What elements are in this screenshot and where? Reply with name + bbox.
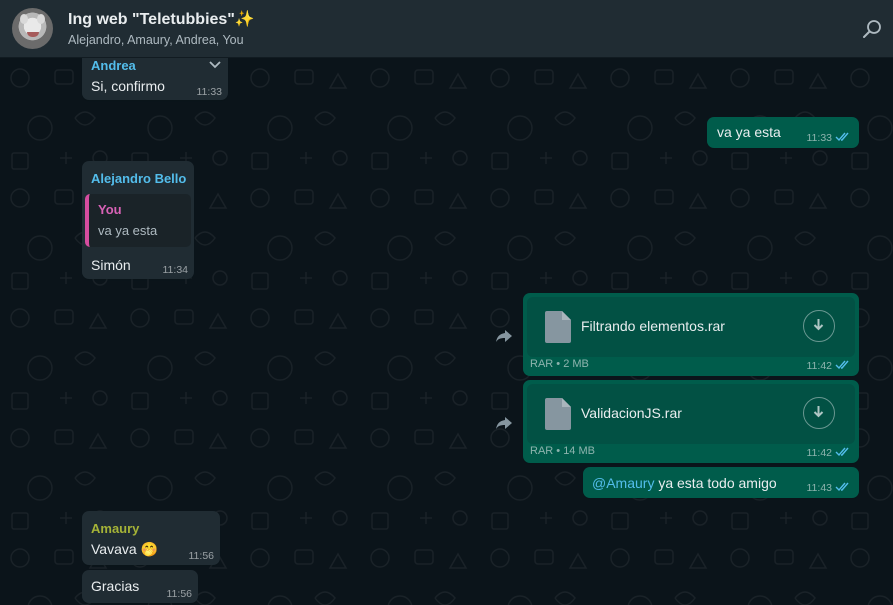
forward-icon[interactable] — [495, 329, 513, 343]
quoted-message[interactable]: You va ya esta — [85, 194, 191, 247]
document-icon — [545, 311, 571, 343]
sender-name: Alejandro Bello — [91, 171, 187, 186]
download-icon[interactable] — [803, 310, 835, 342]
message-outgoing[interactable]: va ya esta 11:33 — [707, 117, 859, 148]
file-message[interactable]: ValidacionJS.rar RAR • 14 MB 11:42 — [523, 380, 859, 463]
message-incoming[interactable]: Gracias 11:56 — [82, 570, 198, 603]
quoted-text: va ya esta — [98, 223, 158, 238]
message-incoming[interactable]: Amaury Vavava 🤭 11:56 — [82, 511, 220, 565]
read-ticks-icon — [835, 482, 849, 492]
file-meta: RAR • 14 MB — [530, 445, 595, 457]
message-time: 11:33 — [196, 86, 223, 98]
file-name: Filtrando elementos.rar — [581, 318, 725, 334]
message-time: 11:42 — [806, 360, 833, 372]
avatar-mouth — [27, 32, 39, 37]
chat-participants: Alejandro, Amaury, Andrea, You — [68, 33, 244, 47]
message-time: 11:33 — [806, 132, 833, 144]
sender-name: Andrea — [91, 58, 136, 73]
message-text: Simón — [91, 257, 131, 273]
sender-name: Amaury — [91, 521, 140, 536]
file-meta: RAR • 2 MB — [530, 358, 589, 370]
message-text-line: @Amaury ya esta todo amigo — [592, 475, 777, 491]
read-ticks-icon — [835, 447, 849, 457]
message-text: Gracias — [91, 578, 140, 594]
read-ticks-icon — [835, 132, 849, 142]
message-text: Si, confirmo — [91, 78, 165, 94]
file-attachment[interactable]: Filtrando elementos.rar — [527, 297, 855, 357]
message-text: va ya esta — [717, 124, 781, 140]
message-time: 11:56 — [166, 588, 193, 600]
message-time: 11:43 — [806, 482, 833, 494]
file-attachment[interactable]: ValidacionJS.rar — [527, 384, 855, 444]
message-time: 11:42 — [806, 447, 833, 459]
group-avatar[interactable] — [12, 8, 53, 49]
mention-link[interactable]: @Amaury — [592, 475, 654, 491]
read-ticks-icon — [835, 360, 849, 370]
message-text: ya esta todo amigo — [654, 475, 777, 491]
message-list[interactable]: Andrea Si, confirmo 11:33 va ya esta 11:… — [0, 58, 893, 605]
message-time: 11:34 — [162, 264, 189, 276]
message-incoming[interactable]: Alejandro Bello You va ya esta Simón 11:… — [82, 161, 194, 279]
chat-header[interactable]: Ing web "Teletubbies"✨ Alejandro, Amaury… — [0, 0, 893, 58]
file-name: ValidacionJS.rar — [581, 405, 682, 421]
chat-title: Ing web "Teletubbies"✨ — [68, 11, 255, 28]
download-icon[interactable] — [803, 397, 835, 429]
message-outgoing[interactable]: @Amaury ya esta todo amigo 11:43 — [583, 467, 859, 498]
chevron-down-icon[interactable] — [208, 60, 222, 70]
chat-title-block[interactable]: Ing web "Teletubbies"✨ Alejandro, Amaury… — [68, 9, 255, 47]
message-incoming[interactable]: Andrea Si, confirmo 11:33 — [82, 58, 228, 100]
quoted-sender: You — [98, 202, 122, 217]
message-text: Vavava 🤭 — [91, 541, 158, 557]
forward-icon[interactable] — [495, 416, 513, 430]
avatar-ear-right — [37, 14, 45, 24]
avatar-ear-left — [20, 14, 28, 24]
search-icon[interactable] — [861, 18, 883, 40]
message-time: 11:56 — [188, 550, 215, 562]
document-icon — [545, 398, 571, 430]
file-message[interactable]: Filtrando elementos.rar RAR • 2 MB 11:42 — [523, 293, 859, 376]
